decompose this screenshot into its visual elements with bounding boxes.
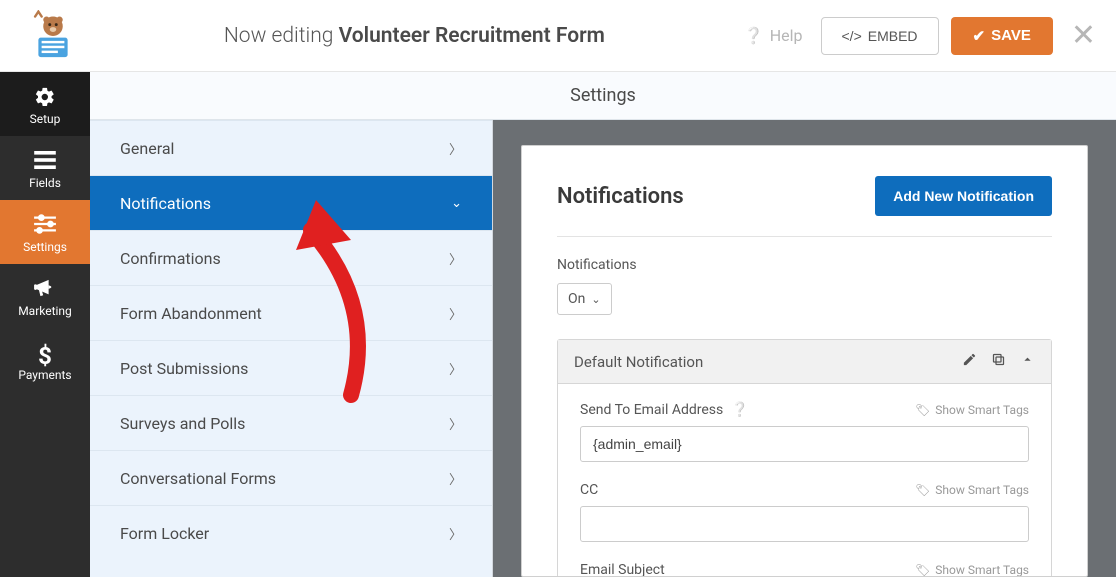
chevron-right-icon: 〉 (449, 469, 462, 488)
chevron-right-icon: 〉 (449, 524, 462, 543)
help-icon: ❔ (744, 26, 764, 45)
side-label: Notifications (120, 194, 211, 213)
add-new-notification-button[interactable]: Add New Notification (875, 176, 1052, 216)
chevron-right-icon: 〉 (449, 249, 462, 268)
side-label: Form Locker (120, 524, 209, 543)
top-bar: Now editing Volunteer Recruitment Form ❔… (0, 0, 1116, 72)
side-label: Post Submissions (120, 359, 248, 378)
cc-label: CC (580, 482, 598, 498)
chevron-right-icon: 〉 (449, 304, 462, 323)
list-icon (4, 150, 86, 176)
send-to-email-input[interactable] (580, 426, 1029, 462)
chevron-right-icon: 〉 (449, 414, 462, 433)
save-button[interactable]: ✔ SAVE (951, 17, 1053, 55)
notification-box-body: Send To Email Address ❔ 🏷 Show Smart Tag… (558, 384, 1051, 577)
side-label: General (120, 139, 174, 158)
notifications-toggle-label: Notifications (557, 257, 1052, 273)
rail-settings-label: Settings (23, 240, 67, 254)
notification-box-actions (962, 352, 1035, 371)
cc-row: CC 🏷 Show Smart Tags (580, 482, 1029, 542)
chevron-right-icon: 〉 (449, 139, 462, 158)
duplicate-icon[interactable] (991, 352, 1006, 371)
help-icon[interactable]: ❔ (731, 402, 748, 418)
embed-icon: </> (842, 28, 862, 44)
cc-input[interactable] (580, 506, 1029, 542)
side-item-conversational-forms[interactable]: Conversational Forms 〉 (90, 450, 492, 505)
rail-fields-label: Fields (29, 176, 61, 190)
side-item-form-locker[interactable]: Form Locker 〉 (90, 505, 492, 560)
side-item-confirmations[interactable]: Confirmations 〉 (90, 230, 492, 285)
main-content: Notifications Add New Notification Notif… (493, 120, 1116, 577)
settings-title-bar: Settings (90, 72, 1116, 120)
help-link[interactable]: ❔ Help (744, 26, 803, 45)
side-label: Conversational Forms (120, 469, 276, 488)
card-header: Notifications Add New Notification (557, 176, 1052, 237)
settings-sidebar: General 〉 Notifications ⌄ Confirmations … (90, 72, 493, 577)
show-smart-tags-link[interactable]: 🏷 Show Smart Tags (915, 563, 1029, 577)
notification-box-header: Default Notification (558, 340, 1051, 384)
side-item-surveys-and-polls[interactable]: Surveys and Polls 〉 (90, 395, 492, 450)
tag-icon: 🏷 (915, 563, 930, 577)
wpforms-logo (20, 6, 85, 66)
chevron-down-icon: ⌄ (591, 293, 600, 306)
notifications-toggle-block: Notifications On ⌄ (557, 257, 1052, 315)
side-label: Confirmations (120, 249, 221, 268)
help-label: Help (770, 26, 803, 45)
close-button[interactable]: ✕ (1071, 21, 1096, 51)
notifications-heading: Notifications (557, 184, 684, 209)
subject-row: Email Subject 🏷 Show Smart Tags (580, 562, 1029, 577)
tag-icon: 🏷 (915, 483, 930, 497)
tag-icon: 🏷 (915, 403, 930, 417)
show-smart-tags-link[interactable]: 🏷 Show Smart Tags (915, 483, 1029, 497)
edit-icon[interactable] (962, 352, 977, 371)
rail-marketing[interactable]: Marketing (0, 264, 90, 328)
bullhorn-icon (4, 278, 86, 304)
notifications-card: Notifications Add New Notification Notif… (521, 145, 1088, 577)
send-to-row: Send To Email Address ❔ 🏷 Show Smart Tag… (580, 402, 1029, 462)
gear-icon (4, 86, 86, 112)
chevron-right-icon: 〉 (449, 359, 462, 378)
rail-setup[interactable]: Setup (0, 72, 90, 136)
dollar-icon: $ (4, 342, 86, 368)
rail-payments[interactable]: $ Payments (0, 328, 90, 392)
save-label: SAVE (991, 27, 1031, 44)
form-title-area: Now editing Volunteer Recruitment Form (85, 24, 744, 48)
check-icon: ✔ (973, 27, 986, 45)
rail-fields[interactable]: Fields (0, 136, 90, 200)
send-to-label: Send To Email Address ❔ (580, 402, 749, 418)
rail-settings[interactable]: Settings (0, 200, 90, 264)
side-item-notifications[interactable]: Notifications ⌄ (90, 175, 492, 230)
side-item-form-abandonment[interactable]: Form Abandonment 〉 (90, 285, 492, 340)
side-item-post-submissions[interactable]: Post Submissions 〉 (90, 340, 492, 395)
settings-title: Settings (570, 85, 636, 106)
side-item-general[interactable]: General 〉 (90, 120, 492, 175)
notifications-toggle-dropdown[interactable]: On ⌄ (557, 283, 612, 315)
email-subject-label: Email Subject (580, 562, 665, 577)
now-editing-text: Now editing (224, 24, 334, 48)
embed-button[interactable]: </> EMBED (821, 17, 939, 55)
collapse-icon[interactable] (1020, 352, 1035, 371)
side-label: Form Abandonment (120, 304, 262, 323)
default-notification-box: Default Notification (557, 339, 1052, 577)
embed-label: EMBED (868, 28, 918, 44)
side-label: Surveys and Polls (120, 414, 245, 433)
sliders-icon (4, 214, 86, 240)
chevron-down-icon: ⌄ (451, 196, 462, 211)
form-name: Volunteer Recruitment Form (339, 24, 605, 48)
show-smart-tags-link[interactable]: 🏷 Show Smart Tags (915, 403, 1029, 417)
rail-payments-label: Payments (18, 368, 71, 382)
dropdown-value: On (568, 291, 585, 307)
notification-box-title: Default Notification (574, 353, 962, 371)
nav-rail: Setup Fields Settings Marketing $ Paymen… (0, 72, 90, 577)
rail-marketing-label: Marketing (18, 304, 72, 318)
rail-setup-label: Setup (30, 112, 61, 126)
